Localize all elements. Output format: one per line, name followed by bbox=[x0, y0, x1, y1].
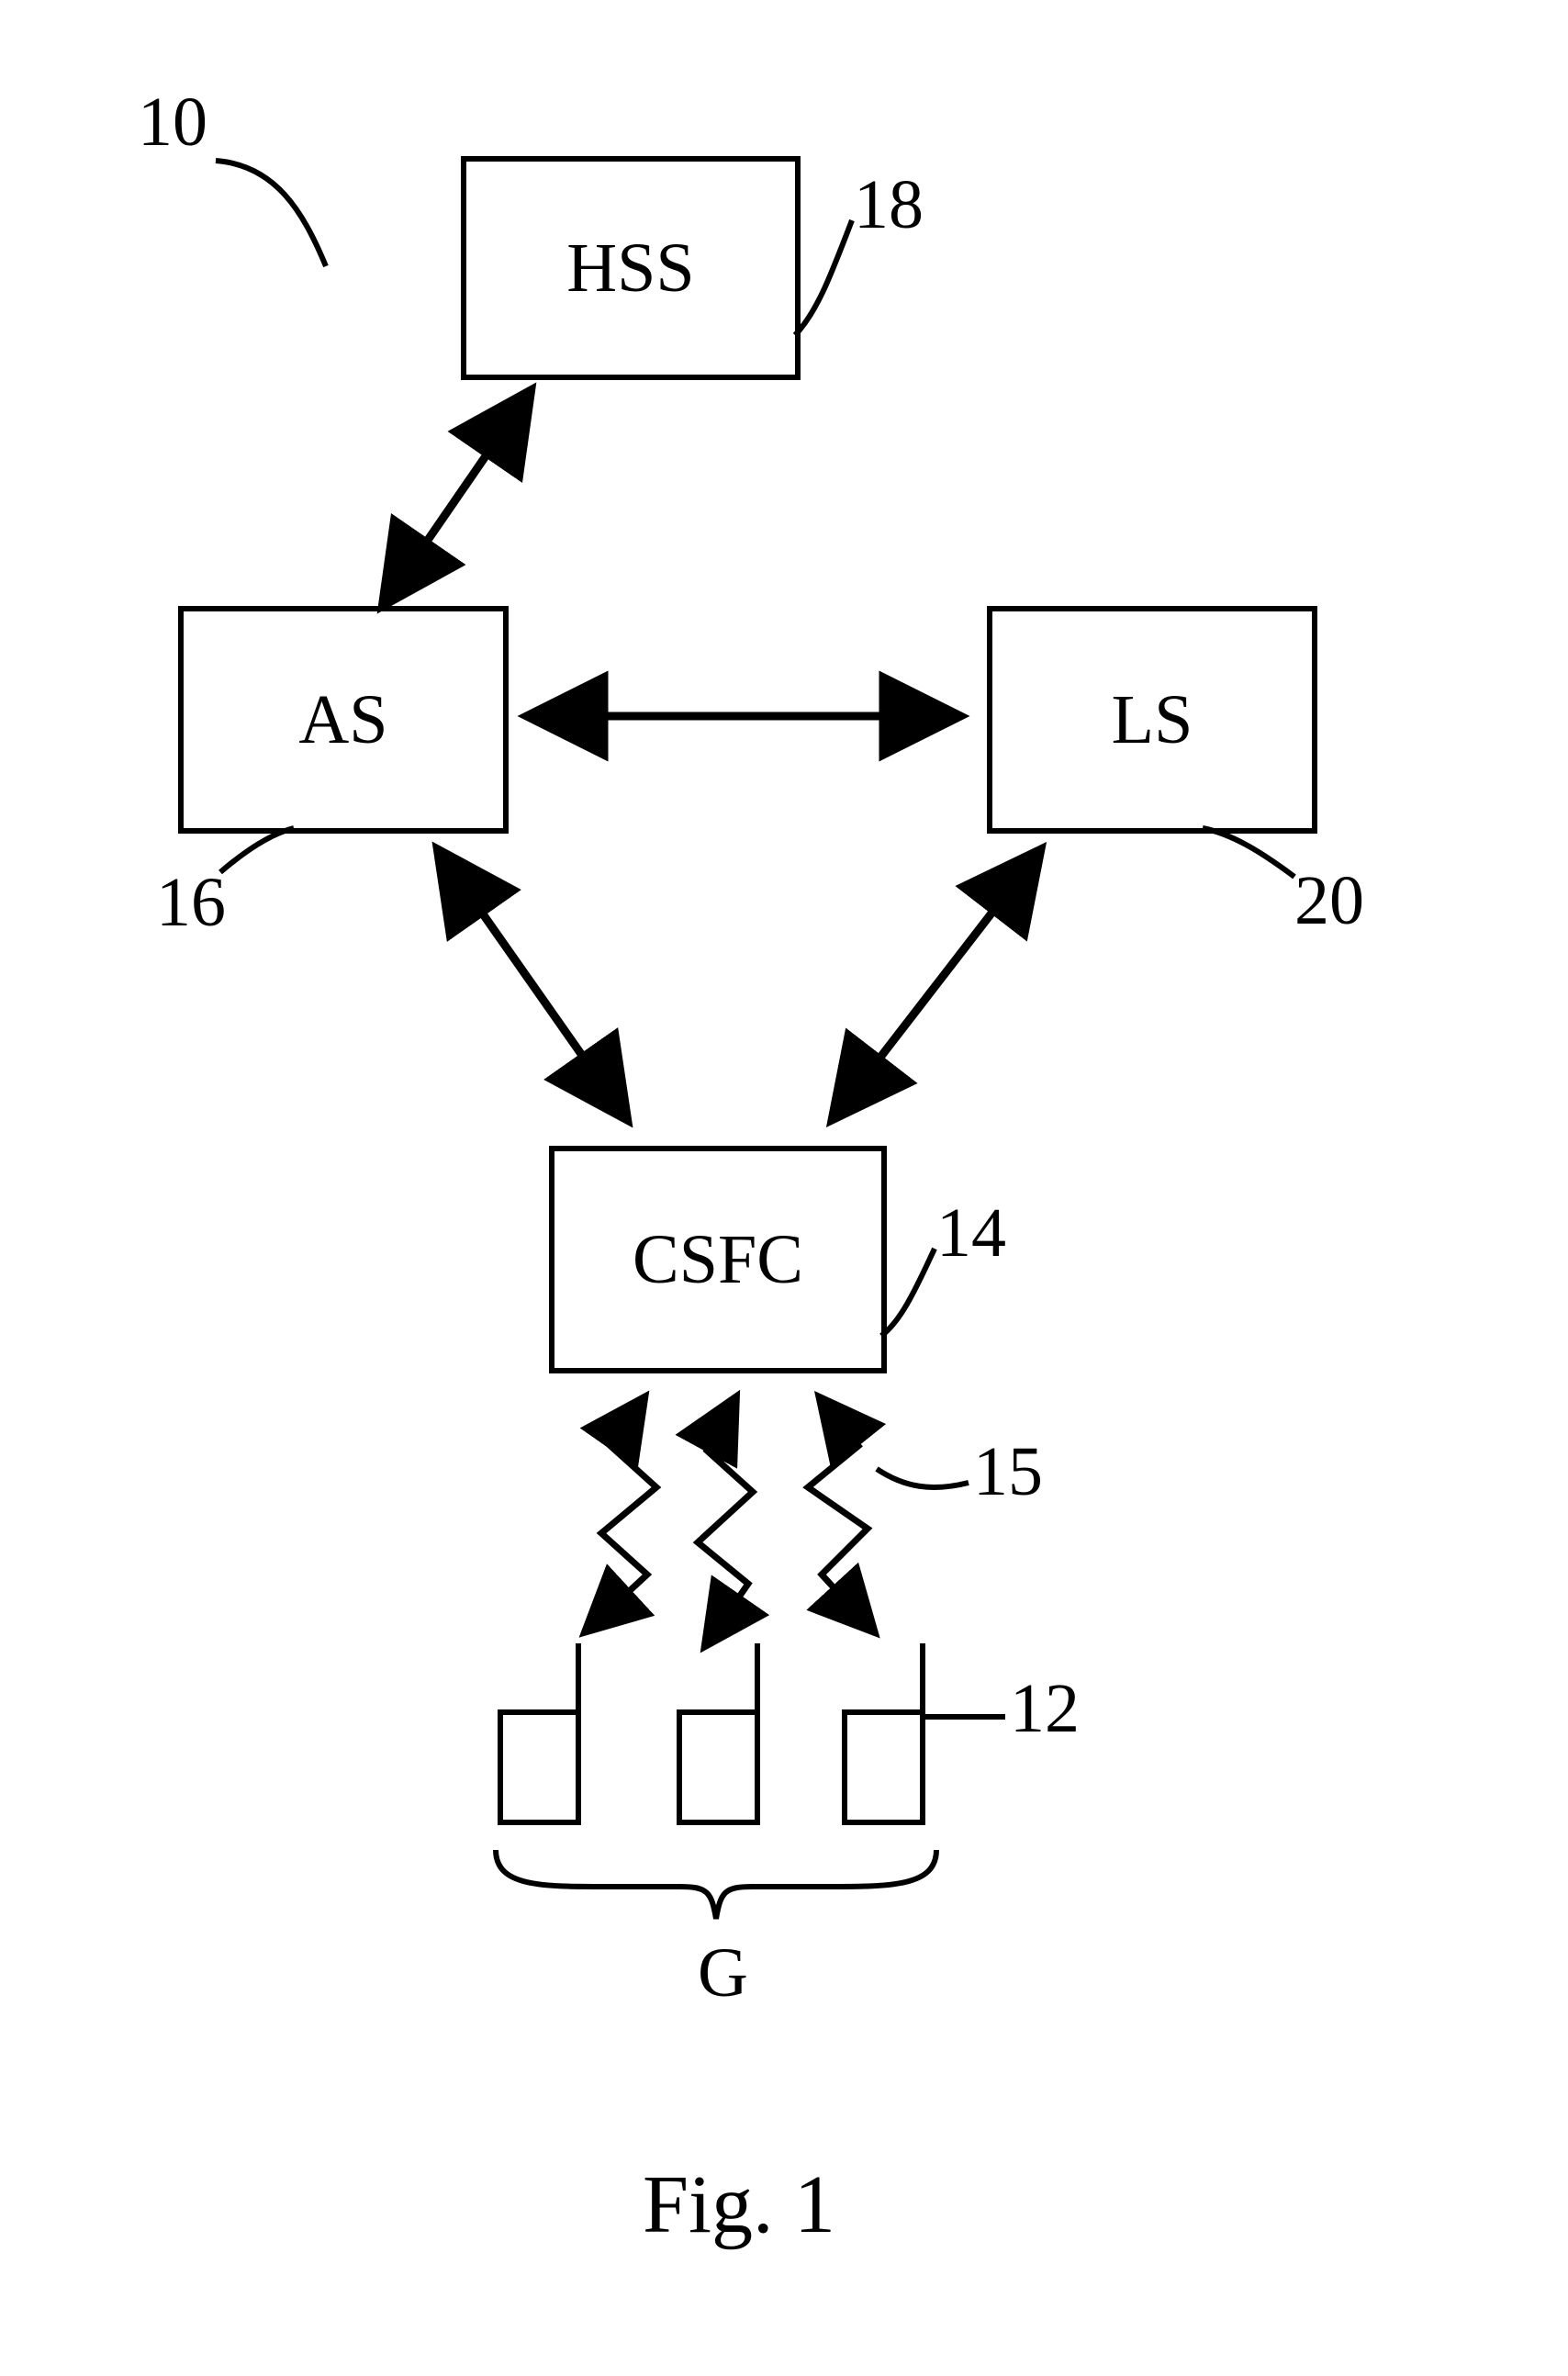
wireless-link-3 bbox=[808, 1400, 872, 1630]
group-brace bbox=[496, 1850, 936, 1919]
arrow-ls-csfc bbox=[835, 854, 1037, 1115]
leader-15 bbox=[877, 1469, 969, 1487]
leader-18 bbox=[795, 220, 852, 335]
node-ls-text: LS bbox=[1112, 680, 1193, 760]
ref-ls: 20 bbox=[1294, 861, 1364, 941]
ref-csfc: 14 bbox=[936, 1194, 1006, 1273]
node-csfc: CSFC bbox=[549, 1146, 887, 1373]
node-as: AS bbox=[178, 606, 509, 834]
leader-10 bbox=[216, 161, 326, 266]
ref-as: 16 bbox=[156, 863, 226, 943]
device-3 bbox=[845, 1643, 923, 1822]
wireless-link-1 bbox=[588, 1400, 656, 1630]
node-csfc-text: CSFC bbox=[633, 1220, 803, 1300]
node-ls: LS bbox=[987, 606, 1317, 834]
diagram-canvas: HSS AS LS CSFC 10 18 16 20 14 15 12 G Fi… bbox=[0, 0, 1568, 2376]
leader-16 bbox=[220, 828, 294, 872]
group-label: G bbox=[698, 1933, 748, 2013]
leader-20 bbox=[1203, 828, 1294, 877]
node-hss-text: HSS bbox=[566, 229, 694, 308]
node-as-text: AS bbox=[298, 680, 387, 760]
device-1 bbox=[500, 1643, 578, 1822]
wireless-link-2 bbox=[698, 1400, 753, 1643]
figure-caption: Fig. 1 bbox=[643, 2157, 835, 2252]
leader-14 bbox=[881, 1249, 935, 1336]
ref-device: 12 bbox=[1010, 1669, 1080, 1749]
arrow-as-csfc bbox=[441, 854, 624, 1115]
arrow-hss-as bbox=[386, 395, 528, 601]
ref-wireless: 15 bbox=[973, 1432, 1043, 1512]
node-hss: HSS bbox=[461, 156, 801, 380]
ref-hss: 18 bbox=[854, 165, 924, 245]
device-2 bbox=[679, 1643, 757, 1822]
ref-diagram: 10 bbox=[138, 83, 207, 163]
